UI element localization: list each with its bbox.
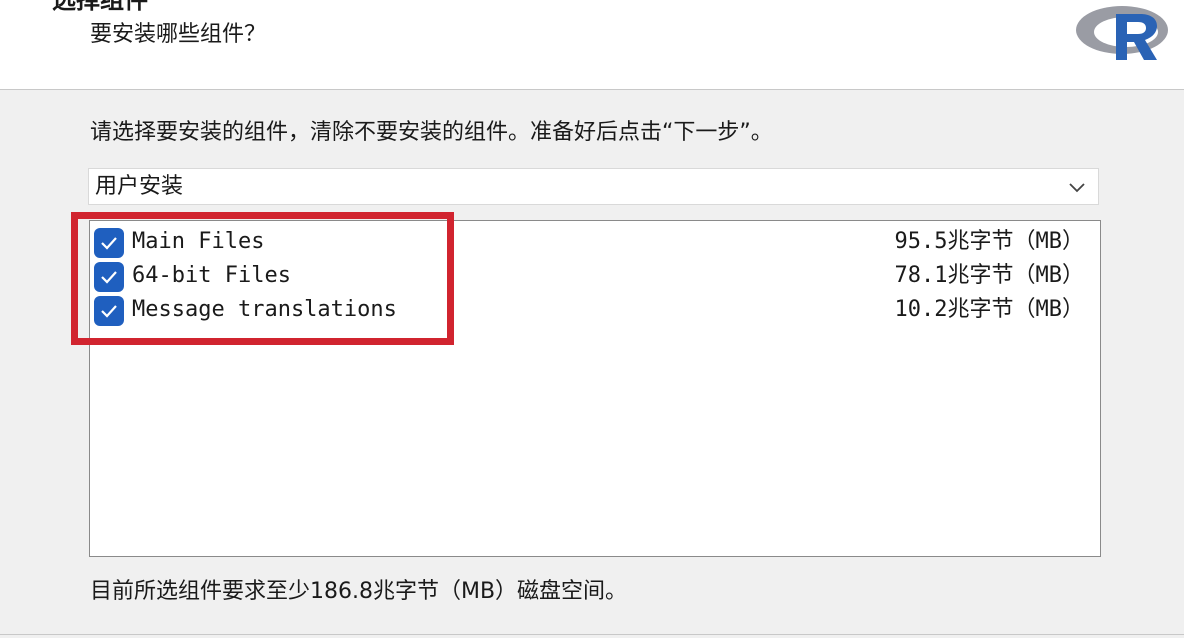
component-name: 64-bit Files [132, 263, 291, 288]
component-row-main-files[interactable]: Main Files 95.5兆字节（MB） [90, 225, 1100, 259]
component-size: 10.2兆字节（MB） [894, 297, 1084, 322]
checkbox-message-translations[interactable] [94, 296, 124, 326]
checkmark-icon [101, 305, 117, 318]
install-type-value: 用户安装 [95, 174, 184, 199]
component-name: Main Files [132, 229, 265, 254]
checkmark-icon [101, 237, 117, 250]
checkmark-icon [101, 271, 117, 284]
component-name: Message translations [132, 297, 397, 322]
disk-requirement-text: 目前所选组件要求至少186.8兆字节（MB）磁盘空间。 [90, 579, 628, 604]
component-size: 95.5兆字节（MB） [894, 229, 1084, 254]
instruction-text: 请选择要安装的组件，清除不要安装的组件。准备好后点击“下一步”。 [90, 120, 773, 145]
page-subtitle: 要安装哪些组件？ [90, 22, 267, 47]
component-row-message-translations[interactable]: Message translations 10.2兆字节（MB） [90, 293, 1100, 327]
component-row-64bit-files[interactable]: 64-bit Files 78.1兆字节（MB） [90, 259, 1100, 293]
checkbox-main-files[interactable] [94, 228, 124, 258]
header: 选择组件 要安装哪些组件？ [0, 0, 1184, 90]
divider [0, 634, 1184, 635]
install-type-dropdown[interactable]: 用户安装 [88, 168, 1099, 205]
page-title: 选择组件 [52, 0, 148, 14]
r-logo [1072, 0, 1180, 66]
component-list[interactable]: Main Files 95.5兆字节（MB） 64-bit Files 78.1… [89, 220, 1101, 557]
chevron-down-icon [1068, 179, 1086, 193]
checkbox-64bit-files[interactable] [94, 262, 124, 292]
component-size: 78.1兆字节（MB） [894, 263, 1084, 288]
